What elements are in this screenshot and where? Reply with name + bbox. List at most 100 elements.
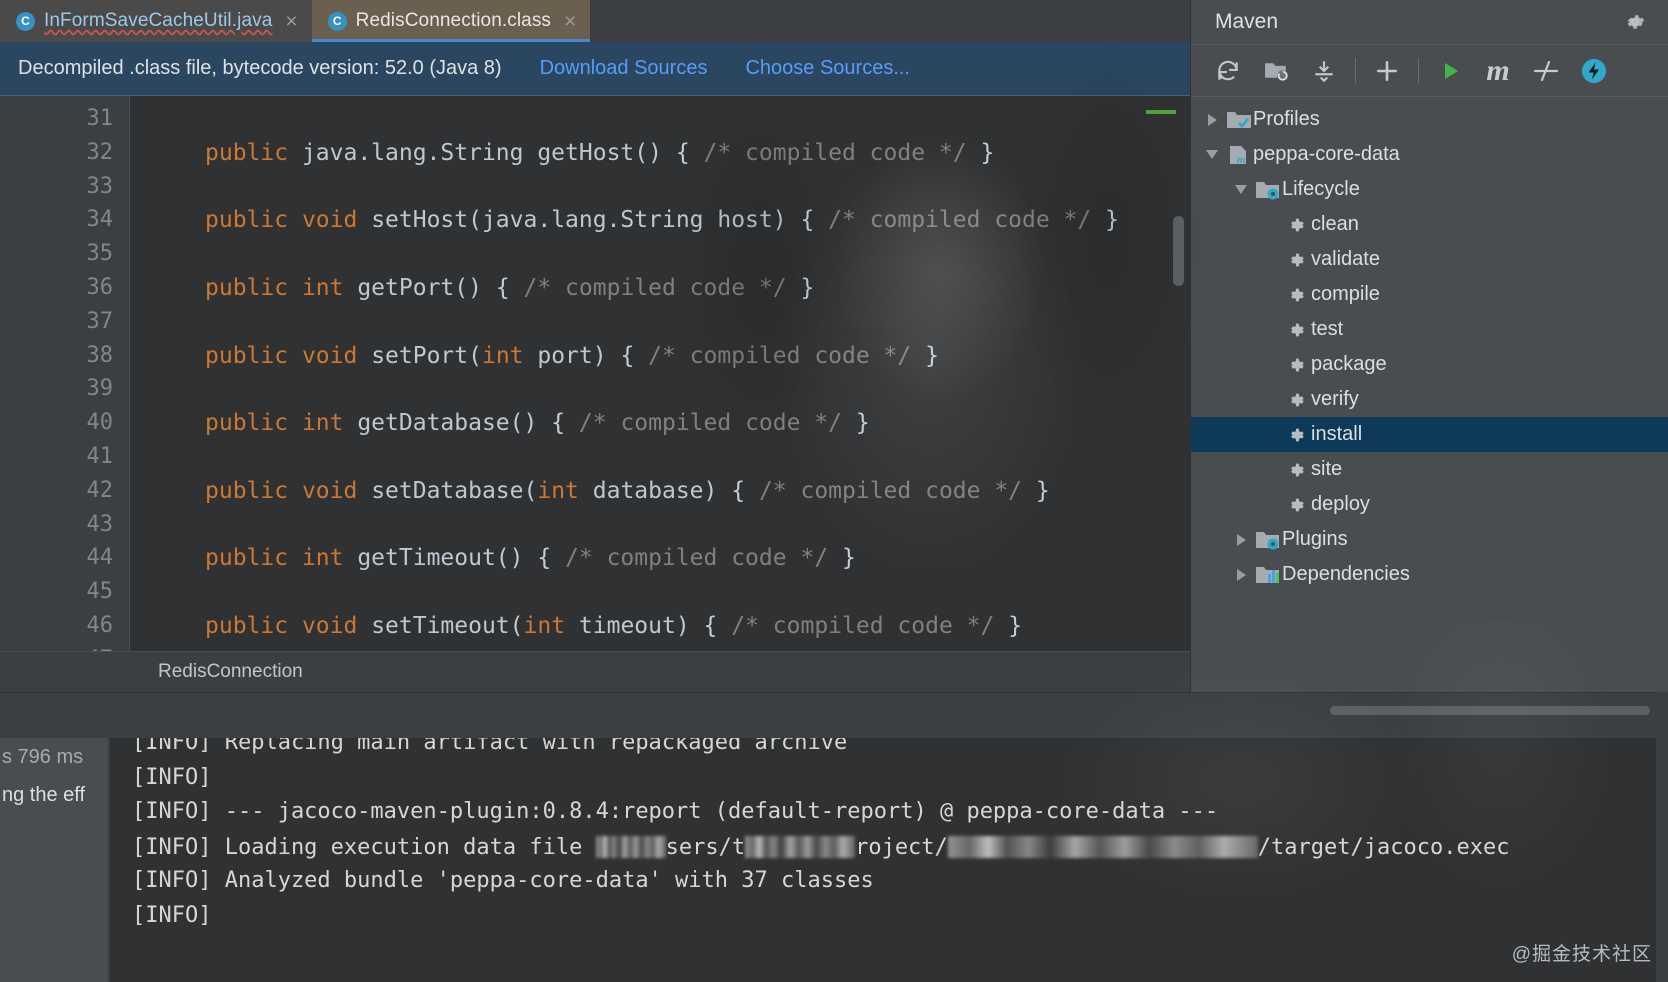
chevron-right-icon[interactable] [1199,113,1225,127]
console-horizontal-scrollbar[interactable] [1330,706,1650,715]
maven-tree-item-label: Plugins [1282,528,1348,550]
code-token: java.lang.String getHost() [301,139,676,166]
console-output[interactable]: [INFO] Replacing main artifact with repa… [110,738,1668,982]
code-token: setPort( [371,342,482,369]
code-token: public [205,207,302,234]
choose-sources-link[interactable]: Choose Sources... [745,57,910,80]
maven-tree-item-deploy[interactable]: deploy [1191,487,1668,522]
editor-tab-label: RedisConnection.class [355,10,552,31]
code-token: timeout) [578,613,704,639]
code-token: } [1022,477,1050,504]
toggle-offline-mode-icon[interactable] [1523,50,1569,92]
execute-maven-goal-icon[interactable]: m [1475,50,1521,92]
console-line: [INFO] --- jacoco-maven-plugin:0.8.4:rep… [132,801,1218,823]
code-token: public [205,342,302,369]
maven-tree-item-profiles[interactable]: Profiles [1191,102,1668,137]
run-tool-window: s 796 ms ng the eff [INFO] Replacing main… [0,692,1668,982]
console-text: [INFO] Replacing main artifact with repa… [132,738,848,755]
goal-gear-icon [1283,424,1311,446]
line-number-gutter[interactable]: 3132333435363738394041424344454647 [0,96,130,651]
code-editor[interactable]: 3132333435363738394041424344454647 publi… [0,96,1190,651]
code-token: getPort() [357,275,496,301]
chevron-right-icon[interactable] [1228,568,1254,582]
code-token: getDatabase() [357,410,552,437]
maven-tree-item-test[interactable]: test [1191,312,1668,347]
editor-vertical-scrollbar[interactable] [1173,216,1184,286]
maven-tree-item-package[interactable]: package [1191,347,1668,382]
code-token: int [523,613,579,639]
line-number: 43 [86,511,114,537]
maven-tree-item-lifecycle[interactable]: Lifecycle [1191,172,1668,207]
code-line: public java.lang.String getHost() { /* c… [205,139,994,166]
goal-gear-icon [1283,459,1311,481]
goal-gear-icon [1283,214,1311,236]
maven-tool-window: Maven m Profiles m peppa-core-data Lifec… [1190,0,1668,692]
goal-gear-icon [1283,249,1311,271]
run-tree-row[interactable]: s 796 ms [0,738,108,776]
reimport-icon[interactable] [1205,50,1251,92]
code-content[interactable]: public java.lang.String getHost() { /* c… [130,96,1190,651]
chevron-down-icon[interactable] [1228,183,1254,196]
right-tool-window-bar [1656,692,1668,982]
run-maven-goal-icon[interactable] [1427,50,1473,92]
maven-tree-item-label: test [1311,318,1344,340]
line-number: 41 [86,444,114,469]
decompiled-notification-bar: Decompiled .class file, bytecode version… [0,42,1190,96]
code-token: /* compiled code */ [523,275,787,301]
add-maven-project-icon[interactable] [1364,50,1410,92]
profiles-folder-icon [1225,109,1253,131]
code-token: public [205,613,302,639]
goal-gear-icon [1283,494,1311,516]
maven-tree-item-plugins[interactable]: Plugins [1191,522,1668,557]
gear-icon[interactable] [1612,1,1658,43]
editor-tab-redis-connection[interactable]: C RedisConnection.class × [311,0,591,42]
code-token: port) [537,342,621,369]
generate-sources-icon[interactable] [1253,50,1299,92]
close-icon[interactable]: × [564,11,576,32]
code-token: public [205,275,302,301]
decompiled-message: Decompiled .class file, bytecode version… [18,57,502,79]
maven-tree-item-dependencies[interactable]: Dependencies [1191,557,1668,592]
inspection-ok-marker [1146,110,1176,114]
console-line: [INFO] [132,766,211,789]
maven-tree-item-validate[interactable]: validate [1191,242,1668,277]
maven-tree-item-verify[interactable]: verify [1191,382,1668,417]
watermark: @掘金技术社区 [1511,944,1652,965]
console-text: [INFO] --- jacoco-maven-plugin:0.8.4:rep… [132,799,1219,824]
goal-gear-icon [1283,389,1311,411]
code-token: int [301,545,358,572]
maven-tree-item-compile[interactable]: compile [1191,277,1668,312]
code-token: void [301,207,372,234]
maven-tree-item-label: deploy [1311,493,1370,515]
maven-tree-item-peppa-core-data[interactable]: m peppa-core-data [1191,137,1668,172]
code-token: /* compiled code */ [703,139,967,166]
close-icon[interactable]: × [285,11,297,32]
code-token: getTimeout() [357,545,538,572]
maven-tree-item-install[interactable]: install [1191,417,1668,452]
breadcrumb[interactable]: RedisConnection [158,661,303,683]
maven-tree-item-site[interactable]: site [1191,452,1668,487]
maven-project-tree[interactable]: Profiles m peppa-core-data Lifecycle clean va… [1191,98,1668,692]
download-sources-link[interactable]: Download Sources [540,57,708,80]
code-token: setHost(java.lang.String host) [371,207,801,234]
editor-tab-inform-save-cache-util[interactable]: C InFormSaveCacheUtil.java × [0,0,312,42]
code-token: setDatabase( [371,477,538,504]
console-line: [INFO] Loading execution data file sers/… [132,835,1509,859]
code-token: { [620,342,649,369]
maven-tree-item-clean[interactable]: clean [1191,207,1668,242]
chevron-right-icon[interactable] [1228,533,1254,547]
maven-tree-item-label: Dependencies [1282,563,1410,585]
maven-tree-item-label: peppa-core-data [1253,143,1400,165]
toolbar-separator [1418,57,1419,84]
run-tree-row-label: s 796 ms [2,745,84,768]
console-line: [INFO] Replacing main artifact with repa… [132,738,847,754]
panel-divider[interactable] [0,692,1668,693]
run-tree-panel[interactable]: s 796 ms ng the eff [0,738,108,982]
download-sources-icon[interactable] [1301,50,1347,92]
line-number: 31 [86,106,114,131]
maven-tree-item-label: Lifecycle [1282,178,1360,200]
redacted-path-segment [595,835,666,858]
chevron-down-icon[interactable] [1199,148,1225,161]
run-tree-row[interactable]: ng the eff [0,776,108,814]
toggle-skip-tests-icon[interactable] [1571,50,1617,92]
